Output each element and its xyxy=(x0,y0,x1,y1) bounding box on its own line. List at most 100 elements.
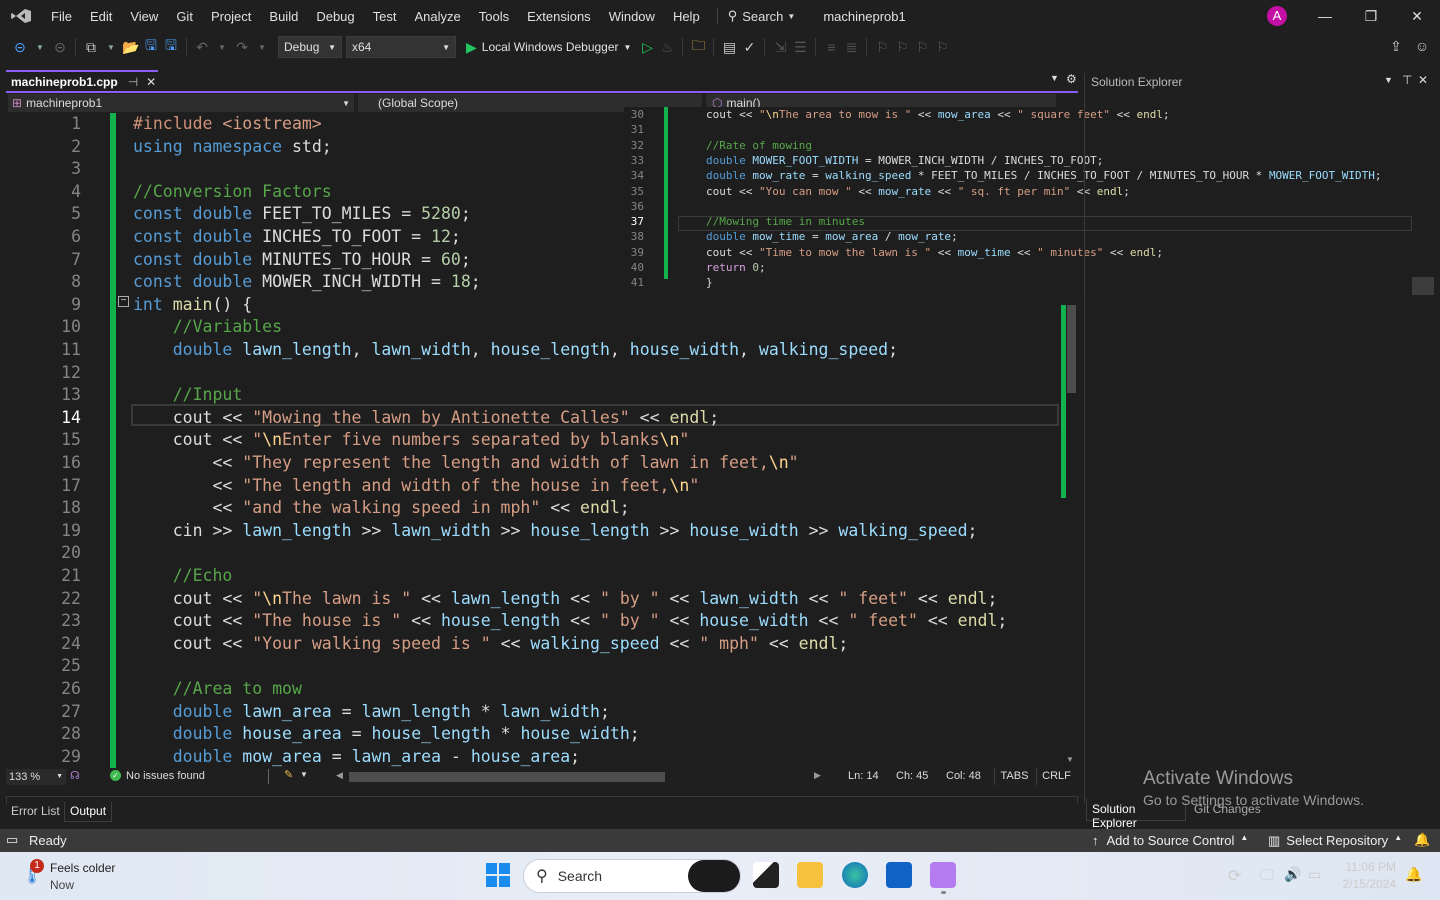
code-line[interactable]: 17 << "The length and width of the house… xyxy=(6,475,1066,498)
step-icon[interactable]: ⇲ xyxy=(770,39,790,56)
menu-test[interactable]: Test xyxy=(364,9,406,24)
window-layout-icon[interactable]: ▤ xyxy=(719,39,739,56)
code-line[interactable]: 18 << "and the walking speed in mph" << … xyxy=(6,497,1066,520)
intellicode-icon[interactable]: ☊ xyxy=(70,769,80,782)
feedback-icon[interactable]: ☺ xyxy=(1412,38,1432,54)
code-line[interactable]: 29 double mow_area = lawn_area - house_a… xyxy=(6,746,1066,768)
notification-bell-icon[interactable]: 🔔 xyxy=(1405,866,1422,883)
peek-code-line[interactable]: 37 //Mowing time in minutes xyxy=(624,214,1412,229)
peek-code-line[interactable]: 34 double mow_rate = walking_speed * FEET… xyxy=(624,168,1412,183)
line-ending-indicator[interactable]: CRLF xyxy=(1036,768,1076,785)
peek-code-line[interactable]: 31 xyxy=(624,122,1412,137)
copilot-icon[interactable] xyxy=(688,860,740,892)
format-icon[interactable]: ☰ xyxy=(790,39,810,56)
select-repository-button[interactable]: ▥ Select Repository ▲ xyxy=(1268,833,1402,849)
code-line[interactable]: 13 //Input xyxy=(6,384,1066,407)
store-icon[interactable] xyxy=(886,862,912,888)
save-icon[interactable]: 🖫 xyxy=(141,35,161,59)
close-window-button[interactable]: ✕ xyxy=(1394,0,1440,32)
char-indicator[interactable]: Ch: 45 xyxy=(896,770,928,782)
menu-help[interactable]: Help xyxy=(664,9,709,24)
scroll-left-icon[interactable]: ◀ xyxy=(336,770,343,781)
indentation-indicator[interactable]: TABS xyxy=(994,768,1034,785)
save-all-icon[interactable]: 🖫 xyxy=(161,35,181,59)
start-without-debugging-icon[interactable]: ▷ xyxy=(637,39,657,56)
battery-icon[interactable]: ▭ xyxy=(1308,866,1321,883)
spell-check-icon[interactable]: ✓ xyxy=(739,39,759,56)
peek-scroll-thumb[interactable] xyxy=(1412,277,1434,295)
chevron-down-icon[interactable]: ▼ xyxy=(101,43,121,52)
clear-bookmarks-icon[interactable]: ⚐ xyxy=(932,39,952,56)
menu-build[interactable]: Build xyxy=(260,9,307,24)
scroll-right-icon[interactable]: ▶ xyxy=(814,770,821,781)
peek-code-line[interactable]: 35 cout << "You can mow " << mow_rate << … xyxy=(624,184,1412,199)
peek-code-line[interactable]: 32 //Rate of mowing xyxy=(624,138,1412,153)
code-line[interactable]: 26 //Area to mow xyxy=(6,678,1066,701)
minimize-button[interactable]: — xyxy=(1302,0,1348,32)
network-icon[interactable]: 🖵 xyxy=(1260,866,1274,883)
chevron-down-icon[interactable]: ▼ xyxy=(1384,75,1393,85)
live-share-icon[interactable]: ⇪ xyxy=(1386,38,1406,55)
start-debugging-button[interactable]: ▶ Local Windows Debugger ▼ xyxy=(466,39,631,56)
navigate-back-icon[interactable]: ⊝ xyxy=(10,39,30,56)
code-line[interactable]: 14 cout << "Mowing the lawn by Antionett… xyxy=(6,407,1066,430)
issues-status[interactable]: No issues found xyxy=(126,770,205,782)
code-line[interactable]: 20 xyxy=(6,542,1066,565)
close-panel-icon[interactable]: ✕ xyxy=(1418,73,1428,87)
line-indicator[interactable]: Ln: 14 xyxy=(848,770,879,782)
menu-tools[interactable]: Tools xyxy=(470,9,518,24)
code-line[interactable]: 24 cout << "Your walking speed is " << w… xyxy=(6,633,1066,656)
menu-view[interactable]: View xyxy=(121,9,167,24)
prev-bookmark-icon[interactable]: ⚐ xyxy=(892,39,912,56)
horizontal-scroll-thumb[interactable] xyxy=(349,772,665,782)
task-view-icon[interactable] xyxy=(753,862,779,888)
menu-git[interactable]: Git xyxy=(167,9,202,24)
platform-dropdown[interactable]: x64 ▼ xyxy=(346,36,456,58)
search-menu[interactable]: ⚲ Search ▼ xyxy=(716,8,795,24)
bookmark-icon[interactable]: ⚐ xyxy=(872,39,892,56)
close-tab-icon[interactable]: ✕ xyxy=(146,75,156,89)
peek-code-line[interactable]: 40 return 0; xyxy=(624,260,1412,275)
chevron-down-icon[interactable]: ▼ xyxy=(212,43,232,52)
account-avatar[interactable]: A xyxy=(1267,6,1287,26)
code-line[interactable]: 9 int main() { xyxy=(6,294,1066,317)
peek-code-line[interactable]: 36 xyxy=(624,199,1412,214)
hot-reload-icon[interactable]: ♨ xyxy=(657,39,677,56)
code-line[interactable]: 22 cout << "\nThe lawn is " << lawn_leng… xyxy=(6,588,1066,611)
notifications-icon[interactable]: 🔔 xyxy=(1414,832,1430,848)
pin-icon[interactable]: ⊣ xyxy=(128,75,138,89)
chevron-down-icon[interactable]: ▼ xyxy=(252,43,272,52)
comment-icon[interactable]: ≡ xyxy=(821,39,841,55)
collapse-main-icon[interactable]: − xyxy=(118,296,129,307)
open-file-icon[interactable]: 📂 xyxy=(121,39,141,56)
taskbar-search[interactable]: ⚲ Search xyxy=(523,859,741,893)
zoom-dropdown[interactable]: 133 % ▼ xyxy=(6,769,66,785)
weather-title[interactable]: Feels colder xyxy=(50,861,115,875)
peek-code-line[interactable]: 39 cout << "Time to mow the lawn is " << … xyxy=(624,245,1412,260)
edge-icon[interactable] xyxy=(842,862,868,888)
restore-button[interactable]: ❐ xyxy=(1348,0,1394,32)
tab-error-list[interactable]: Error List xyxy=(6,802,65,822)
code-cleanup-icon[interactable]: ✎ xyxy=(284,768,293,781)
chevron-down-icon[interactable]: ▼ xyxy=(30,43,50,52)
chevron-down-icon[interactable]: ▼ xyxy=(300,770,308,779)
menu-extensions[interactable]: Extensions xyxy=(518,9,600,24)
find-in-files-icon[interactable]: 🗀 xyxy=(688,35,708,59)
menu-window[interactable]: Window xyxy=(600,9,664,24)
code-line[interactable]: 19 cin >> lawn_length >> lawn_width >> h… xyxy=(6,520,1066,543)
gear-icon[interactable]: ⚙ xyxy=(1066,72,1077,86)
new-project-icon[interactable]: ⧉ xyxy=(81,39,101,56)
code-line[interactable]: 28 double house_area = house_length * ho… xyxy=(6,723,1066,746)
menu-edit[interactable]: Edit xyxy=(81,9,121,24)
code-line[interactable]: 25 xyxy=(6,655,1066,678)
code-line[interactable]: 15 cout << "\nEnter five numbers separat… xyxy=(6,429,1066,452)
clock-time[interactable]: 11:06 PM xyxy=(1342,860,1396,874)
vertical-scroll-thumb[interactable] xyxy=(1067,305,1076,393)
code-line[interactable]: 21 //Echo xyxy=(6,565,1066,588)
menu-file[interactable]: File xyxy=(42,9,81,24)
code-line[interactable]: 16 << "They represent the length and wid… xyxy=(6,452,1066,475)
code-line[interactable]: 11 double lawn_length, lawn_width, house… xyxy=(6,339,1066,362)
menu-debug[interactable]: Debug xyxy=(307,9,363,24)
tab-overflow-icon[interactable]: ▼ xyxy=(1050,73,1059,83)
code-line[interactable]: 27 double lawn_area = lawn_length * lawn… xyxy=(6,701,1066,724)
